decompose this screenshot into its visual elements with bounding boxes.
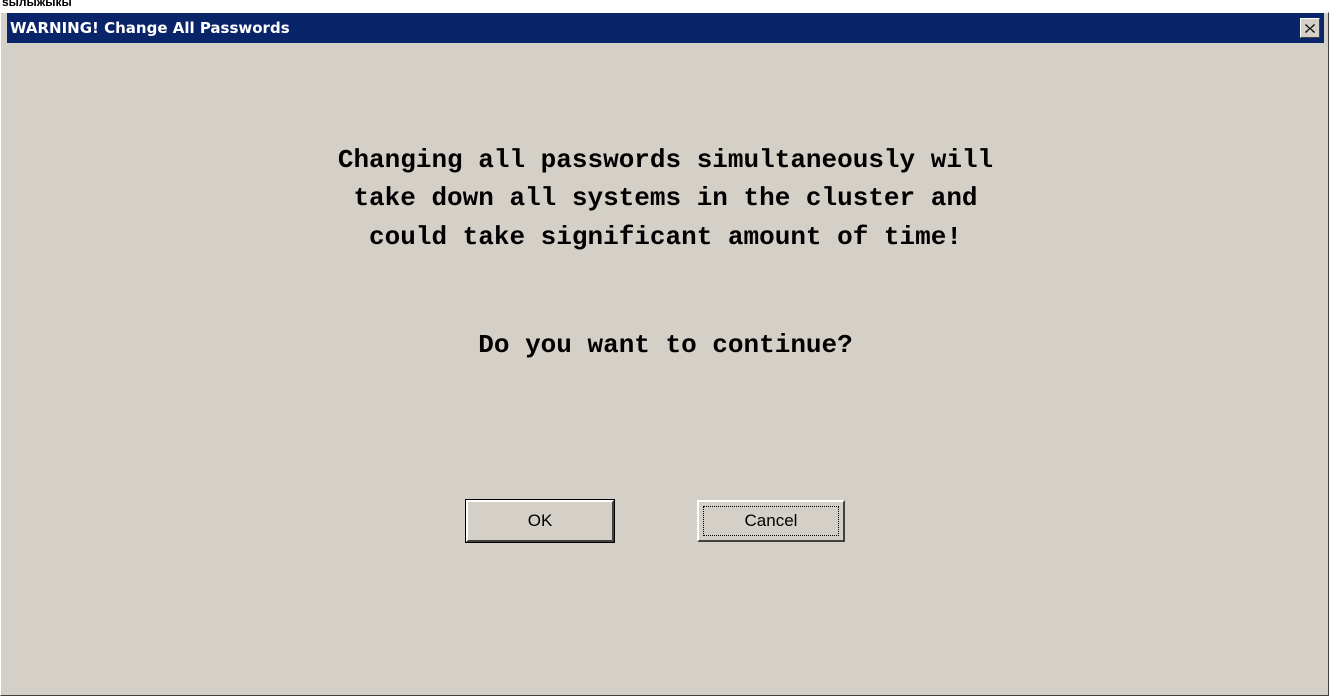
- top-strip: ѕылыжыкы: [0, 0, 1331, 12]
- confirm-question: Do you want to continue?: [478, 330, 853, 360]
- close-button[interactable]: [1300, 18, 1320, 38]
- top-strip-text: ѕылыжыкы: [2, 0, 72, 9]
- cancel-button-label: Cancel: [744, 511, 798, 530]
- window-title: WARNING! Change All Passwords: [10, 19, 290, 37]
- title-bar[interactable]: WARNING! Change All Passwords: [7, 13, 1324, 43]
- message-line-1: Changing all passwords simultaneously wi…: [337, 145, 994, 175]
- ok-button[interactable]: OK: [465, 499, 615, 543]
- dialog-window: WARNING! Change All Passwords Changing a…: [0, 12, 1329, 696]
- cancel-button[interactable]: Cancel: [697, 500, 845, 542]
- message-line-3: could take significant amount of time!: [369, 222, 962, 252]
- close-icon: [1305, 23, 1315, 33]
- ok-button-label: OK: [527, 511, 553, 530]
- message-line-2: take down all systems in the cluster and: [353, 183, 978, 213]
